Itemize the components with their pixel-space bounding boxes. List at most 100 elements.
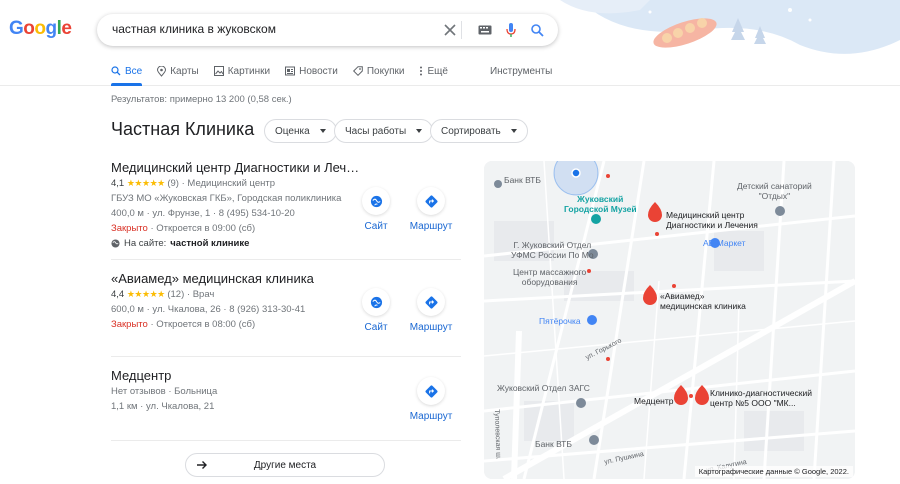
filter-label: Оценка	[275, 125, 310, 137]
map-credit[interactable]: Картографические данные © Google, 2022.	[694, 466, 853, 477]
place-distance: 1,1 км	[111, 401, 138, 412]
clear-icon[interactable]	[440, 20, 460, 40]
place-divider	[111, 356, 461, 357]
tab-label: Ещё	[427, 65, 448, 77]
map[interactable]: Банк ВТБ Жуковский Городской Музей Детск…	[484, 161, 855, 479]
star-rating-icon: ★★★★★	[126, 178, 165, 188]
tab-label: Новости	[299, 65, 338, 77]
place-category: Больница	[174, 386, 218, 397]
map-label-zags[interactable]: Жуковский Отдел ЗАГС	[497, 383, 590, 393]
map-label-ab-market[interactable]: АВ Маркет	[703, 238, 745, 248]
place-address: ул. Чкалова, 21	[146, 401, 215, 412]
review-count: (12)	[167, 289, 185, 300]
search-icon	[111, 66, 121, 76]
logo-letter: G	[9, 18, 24, 39]
local-pack-title: Частная Клиника	[111, 119, 255, 139]
place-opens: Откроется в 09:00 (сб)	[156, 223, 256, 234]
logo-letter: o	[23, 18, 35, 39]
place-name[interactable]: Медицинский центр Диагностики и Леч…	[111, 160, 461, 176]
search-input[interactable]: частная клиника в жуковском	[112, 22, 276, 36]
doodle-decoration	[560, 0, 900, 54]
directions-label: Маршрут	[409, 221, 453, 232]
globe-icon	[362, 288, 390, 316]
microphone-icon[interactable]	[501, 20, 521, 40]
globe-icon	[111, 239, 120, 248]
website-button[interactable]: Сайт	[351, 187, 401, 232]
place-phone: 8 (495) 534-10-20	[218, 208, 295, 219]
directions-button[interactable]: Маршрут	[406, 187, 456, 232]
search-icon[interactable]	[527, 20, 547, 40]
tag-icon	[352, 66, 363, 76]
tab-label: Все	[125, 65, 143, 77]
site-prefix: На сайте:	[124, 238, 167, 249]
place-distance: 600,0 м	[111, 304, 144, 315]
tools-button[interactable]: Инструменты	[490, 62, 552, 80]
place-distance: 400,0 м	[111, 208, 144, 219]
tools-label: Инструменты	[489, 65, 553, 77]
place-divider	[111, 440, 461, 441]
keyboard-icon[interactable]	[475, 20, 495, 40]
filter-sort[interactable]: Сортировать	[430, 119, 528, 143]
map-label-massage[interactable]: Центр массажного оборудования	[513, 267, 586, 287]
dropdown-arrow-icon	[319, 129, 326, 133]
map-label-clinic-5[interactable]: Клинико-диагностический центр №5 ООО "МК…	[710, 388, 812, 408]
filter-label: Сортировать	[441, 125, 501, 137]
map-label-aviamed[interactable]: «Авиамед» медицинская клиника	[660, 291, 746, 311]
tab-all[interactable]: Все	[111, 62, 143, 86]
tab-images[interactable]: Картинки	[213, 62, 271, 80]
tab-shopping[interactable]: Покупки	[352, 62, 405, 80]
map-label-museum[interactable]: Жуковский Городской Музей	[564, 194, 637, 214]
more-places-button[interactable]: Другие места	[185, 453, 385, 477]
directions-icon	[417, 377, 445, 405]
place-divider	[111, 259, 461, 260]
search-divider	[461, 21, 462, 39]
map-label-medcenter[interactable]: Медцентр	[634, 396, 674, 406]
map-label-bank-vtb-bottom[interactable]: Банк ВТБ	[535, 439, 572, 449]
news-icon	[285, 66, 296, 76]
results-count: Результатов: примерно 13 200 (0,58 сек.)	[111, 94, 292, 105]
place-address: ул. Чкалова, 26	[152, 304, 221, 315]
map-label-clinic-diagnostics[interactable]: Медицинский центр Диагностики и Лечения	[666, 210, 758, 230]
filter-label: Часы работы	[345, 125, 407, 137]
map-pin-icon	[157, 65, 167, 77]
website-button[interactable]: Сайт	[351, 288, 401, 333]
more-places-label: Другие места	[253, 460, 317, 471]
place-category: Врач	[192, 289, 215, 300]
place-site-snippet: На сайте: частной клинике	[111, 236, 461, 251]
star-rating-icon: ★★★★★	[126, 289, 165, 299]
directions-label: Маршрут	[409, 411, 453, 422]
image-icon	[213, 66, 224, 76]
website-label: Сайт	[364, 322, 388, 333]
tab-news[interactable]: Новости	[285, 62, 338, 80]
tab-label: Картинки	[227, 65, 271, 77]
directions-icon	[417, 187, 445, 215]
map-label-sanatorium[interactable]: Детский санаторий "Отдых"	[737, 181, 812, 201]
place-category: Медицинский центр	[187, 178, 276, 189]
place-name[interactable]: «Авиамед» медицинская клиника	[111, 271, 461, 287]
tab-more[interactable]: Ещё	[419, 62, 448, 80]
place-opens: Откроется в 08:00 (сб)	[156, 319, 256, 330]
filter-rating[interactable]: Оценка	[264, 119, 337, 143]
map-label-ufms[interactable]: Г. Жуковский Отдел УФМС России По Мо	[511, 240, 594, 260]
globe-icon	[362, 187, 390, 215]
logo-letter: g	[45, 18, 58, 39]
review-count: Нет отзывов	[111, 386, 166, 397]
google-logo[interactable]: Google	[9, 18, 72, 40]
rating-value: 4,1	[111, 178, 125, 189]
logo-letter: e	[61, 18, 72, 39]
status-closed: Закрыто	[111, 223, 148, 234]
search-box[interactable]: частная клиника в жуковском	[97, 14, 558, 46]
dropdown-arrow-icon	[510, 129, 517, 133]
directions-button[interactable]: Маршрут	[406, 377, 456, 422]
map-label-bank-vtb[interactable]: Банк ВТБ	[504, 175, 541, 185]
status-closed: Закрыто	[111, 319, 148, 330]
place-phone: 8 (926) 313-30-41	[229, 304, 306, 315]
directions-icon	[417, 288, 445, 316]
more-vert-icon	[420, 66, 423, 76]
logo-letter: o	[34, 18, 46, 39]
filter-hours[interactable]: Часы работы	[334, 119, 434, 143]
directions-button[interactable]: Маршрут	[406, 288, 456, 333]
map-label-pyaterochka[interactable]: Пятёрочка	[539, 316, 581, 326]
tab-label: Покупки	[366, 65, 405, 77]
tab-maps[interactable]: Карты	[157, 62, 199, 80]
